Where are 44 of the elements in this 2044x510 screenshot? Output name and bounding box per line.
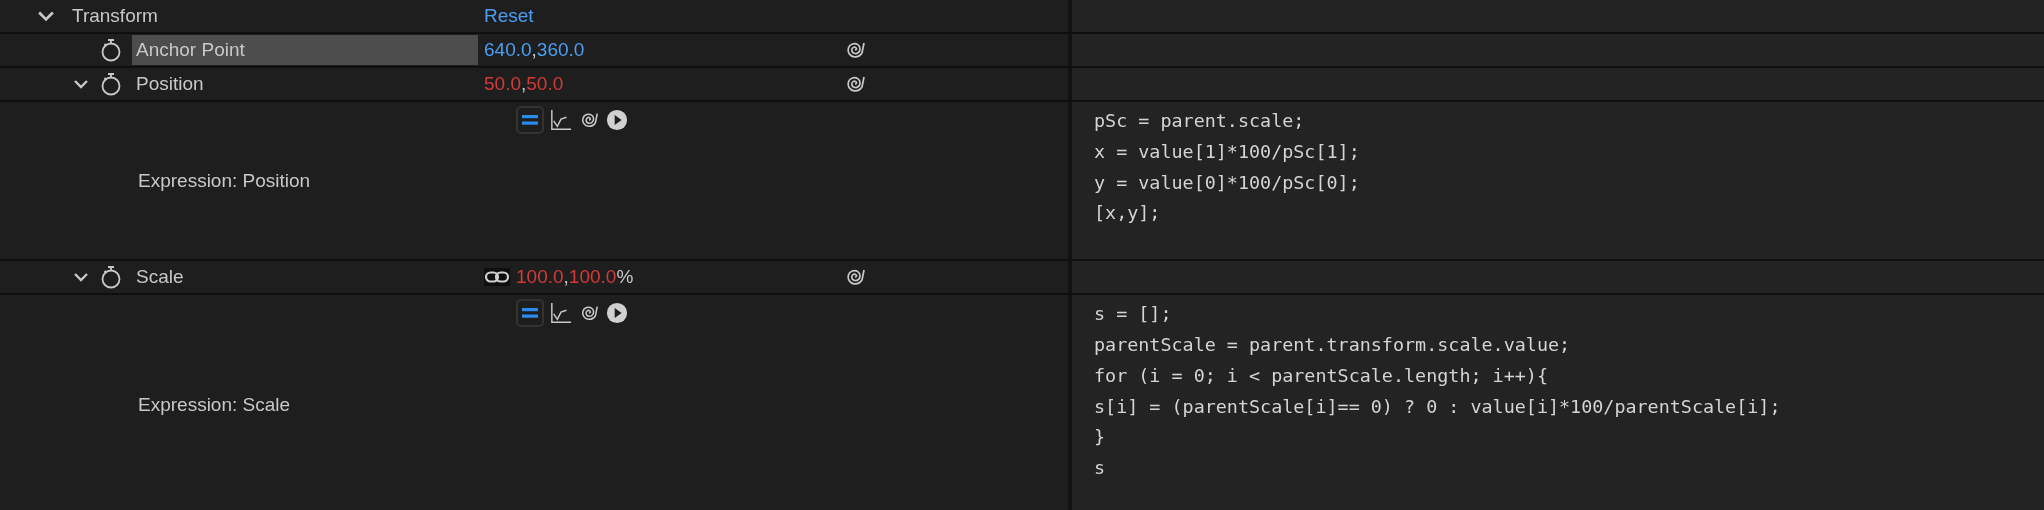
code-line[interactable]: s <box>1094 453 2044 484</box>
code-line[interactable]: x = value[1]*100/pSc[1]; <box>1094 136 2044 168</box>
stopwatch-icon[interactable] <box>100 72 122 96</box>
value-field[interactable]: 100.0 <box>568 266 617 289</box>
code-line[interactable]: pSc = parent.scale; <box>1094 106 2044 137</box>
expression-label: Expression: Position <box>138 169 311 192</box>
property-name[interactable]: Scale <box>132 262 478 293</box>
value-field[interactable]: 50.0 <box>526 73 564 95</box>
code-line[interactable]: parentScale = parent.transform.scale.value; <box>1094 330 2044 361</box>
chevron-icon[interactable] <box>38 10 54 22</box>
code-line[interactable]: s[i] = (parentScale[i]== 0) ? 0 : value[i]*100/parentScale[i]; <box>1094 391 2044 423</box>
chevron-icon[interactable] <box>74 271 88 284</box>
code-line[interactable]: s = []; <box>1094 299 2044 330</box>
value-field[interactable]: 50.0 <box>484 73 521 95</box>
separator-text: , <box>563 266 569 289</box>
value-field[interactable]: 100.0 <box>516 266 564 289</box>
code-line[interactable]: [x,y]; <box>1094 198 2044 230</box>
stopwatch-icon[interactable] <box>100 265 122 290</box>
separator-text: , <box>531 39 537 61</box>
expression-editor[interactable]: s = []; parentScale = parent.transform.scale.value; for (i = 0; i < parentScale.length; i++){ s[i] = (parentScale[i]== 0) ? 0 : value[i]*100/parentScale[i]; } s <box>1068 295 2044 510</box>
reset-link[interactable]: Reset <box>484 5 534 27</box>
enable-expression-button[interactable] <box>516 106 544 134</box>
stopwatch-icon[interactable] <box>100 38 122 62</box>
chevron-icon[interactable] <box>74 78 88 90</box>
code-line[interactable]: for (i = 0; i < parentScale.length; i++){ <box>1094 360 2044 392</box>
value-field[interactable]: 360.0 <box>536 39 585 61</box>
graph-icon[interactable] <box>550 109 572 131</box>
equals-icon <box>520 113 540 127</box>
expression-editor[interactable]: pSc = parent.scale; x = value[1]*100/pSc[1]; y = value[0]*100/pSc[0]; [x,y]; <box>1068 102 2044 260</box>
chain-link-icon[interactable] <box>484 268 510 287</box>
unit-text: % <box>616 266 634 289</box>
separator-text: , <box>521 73 527 95</box>
play-icon[interactable] <box>606 109 628 131</box>
play-icon[interactable] <box>606 302 628 325</box>
graph-icon[interactable] <box>550 302 572 325</box>
group-label: Transform <box>72 5 158 27</box>
enable-expression-button[interactable] <box>516 299 544 328</box>
code-line[interactable]: y = value[0]*100/pSc[0]; <box>1094 167 2044 199</box>
code-line[interactable]: } <box>1094 422 2044 454</box>
property-name[interactable]: Anchor Point <box>132 35 478 65</box>
property-name[interactable]: Position <box>132 69 478 99</box>
expression-label: Expression: Scale <box>138 393 291 416</box>
value-field[interactable]: 640.0 <box>484 39 532 61</box>
equals-icon <box>520 306 540 321</box>
